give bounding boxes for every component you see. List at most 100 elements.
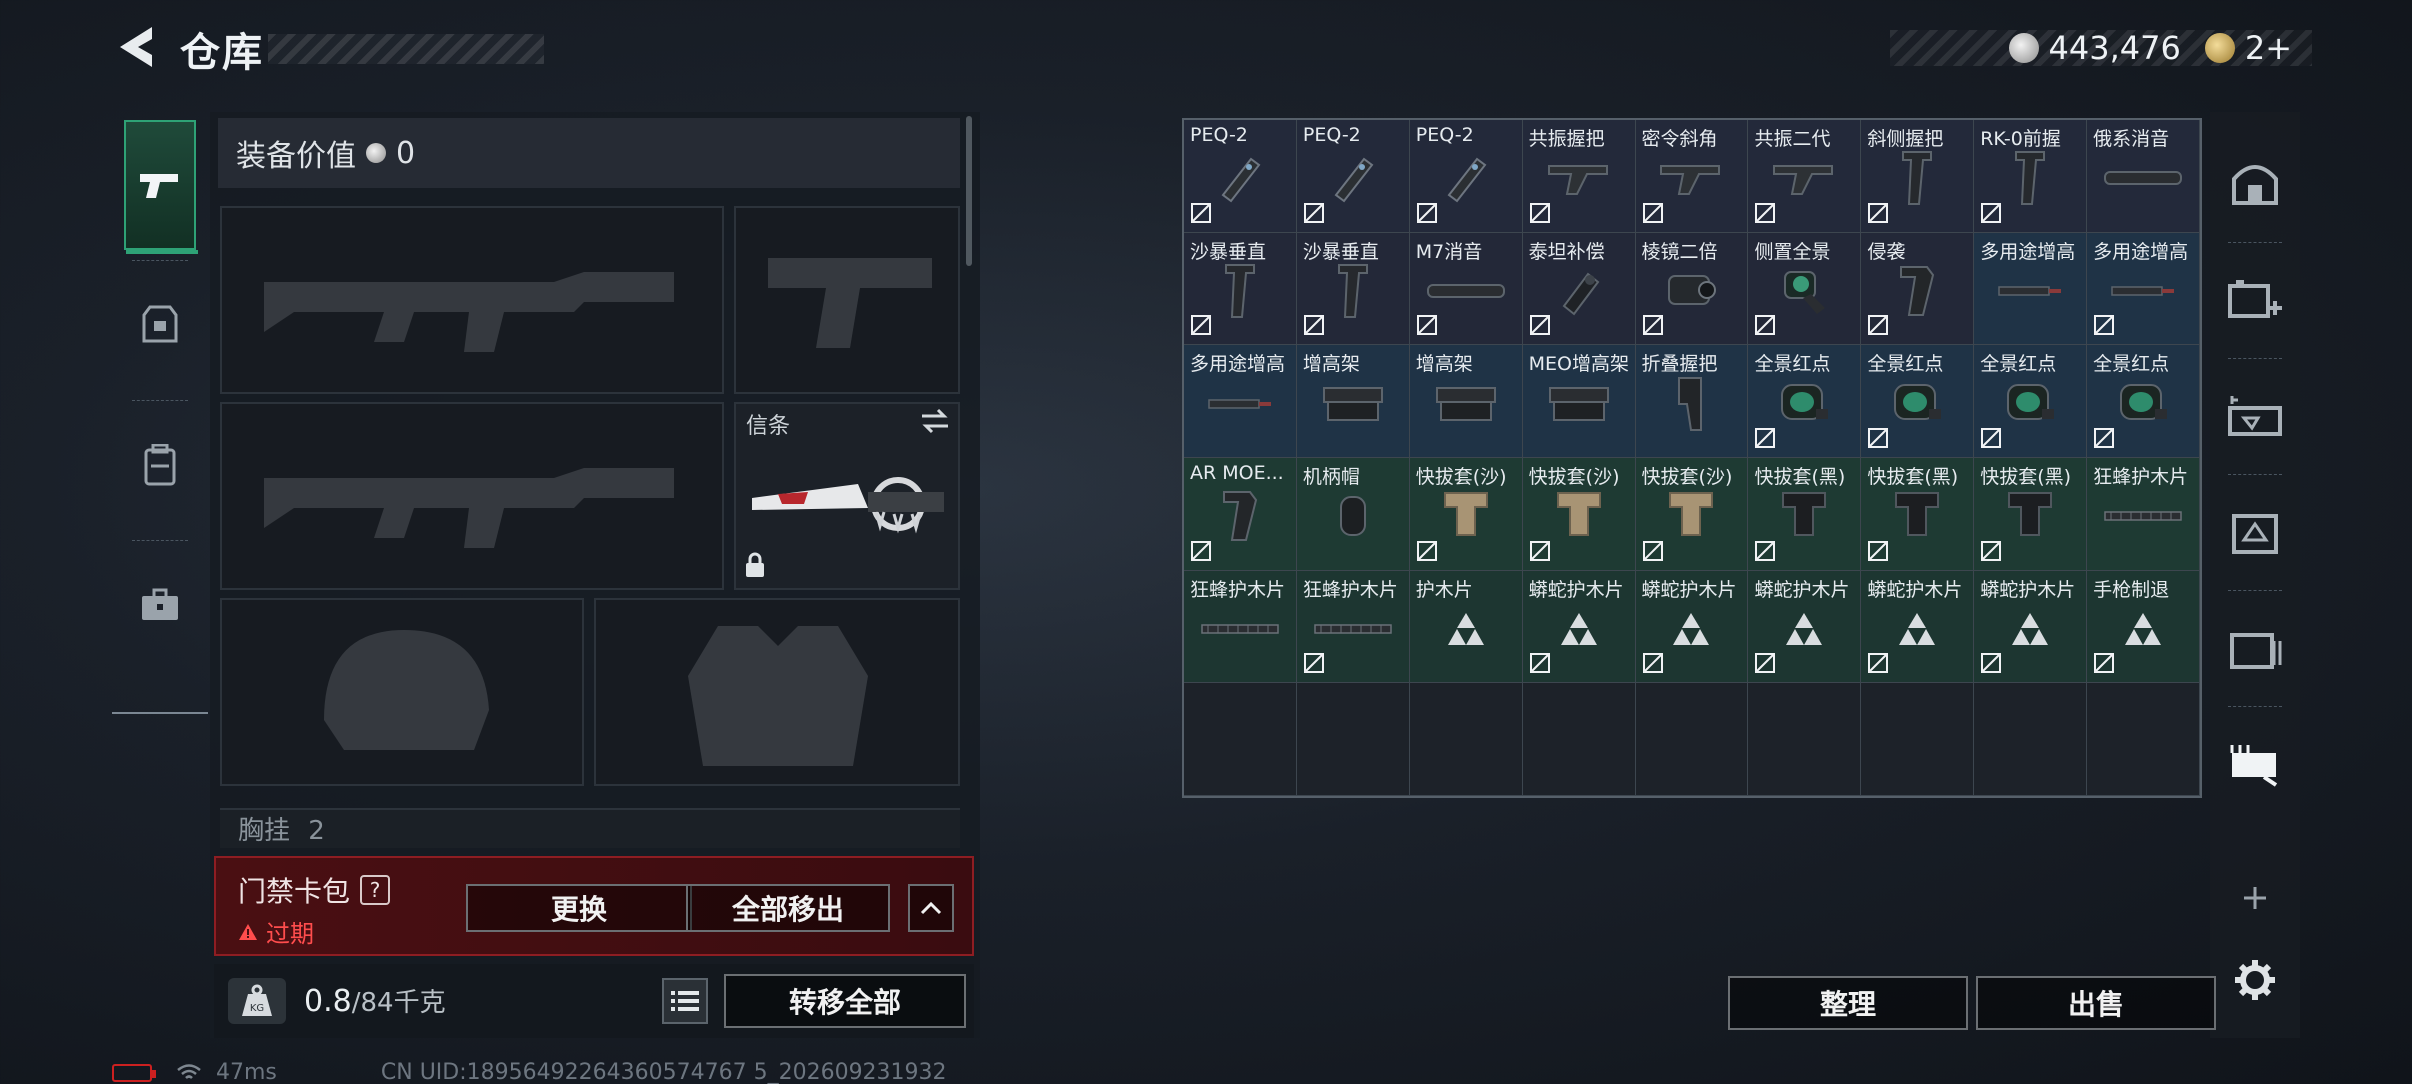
storage-item-cell[interactable]: 折叠握把 [1635,345,1749,458]
laser-module-icon [1328,153,1378,207]
no-trade-icon [1529,652,1551,678]
helmet-slot[interactable] [220,598,584,786]
settings-button[interactable] [2216,930,2294,1030]
storage-tab-4[interactable] [2216,482,2294,582]
storage-item-cell[interactable]: 侵袭 [1861,232,1975,346]
storage-item-cell[interactable]: AR MOE... [1184,457,1297,571]
storage-item-cell[interactable]: 增高架 [1296,345,1410,458]
storage-empty-cell[interactable] [1522,683,1636,796]
storage-item-cell[interactable]: 多用途增高 [1184,345,1297,458]
no-trade-icon [2093,314,2115,340]
storage-item-cell[interactable]: 全景红点 [2087,345,2200,458]
storage-empty-cell[interactable] [1861,683,1975,796]
storage-empty-cell[interactable] [1296,683,1410,796]
swap-icon[interactable] [920,408,950,438]
storage-item-cell[interactable]: 护木片 [1409,570,1523,684]
storage-item-cell[interactable]: 手枪制退 [2087,570,2200,684]
category-rail [112,110,208,714]
storage-item-cell[interactable]: 共振二代 [1748,120,1862,233]
sidearm-slot[interactable] [734,206,960,394]
storage-item-cell[interactable]: 蟒蛇护木片 [1861,570,1975,684]
secondary-weapon-slot[interactable] [220,402,724,590]
storage-tab-6-active[interactable] [2216,714,2294,814]
replace-button[interactable]: 更换 [466,884,692,932]
storage-empty-cell[interactable] [1184,683,1297,796]
status-bar: 47ms CN UID:18956492264360574767 5_20260… [112,1060,947,1084]
storage-item-cell[interactable]: 全景红点 [1861,345,1975,458]
uid-readout: CN UID:18956492264360574767 5_2026092319… [380,1060,947,1084]
storage-tab-1[interactable] [2216,132,2294,232]
storage-item-cell[interactable]: PEQ-2 [1409,120,1523,233]
storage-item-cell[interactable]: 泰坦补偿 [1522,232,1636,346]
move-all-out-button[interactable]: 全部移出 [686,884,890,932]
chest-rig-label: 胸挂 [238,816,291,846]
storage-item-cell[interactable]: 全景红点 [1748,345,1862,458]
storage-item-cell[interactable]: 蟒蛇护木片 [1522,570,1636,684]
storage-item-cell[interactable]: RK-0前握 [1974,120,2088,233]
body-armor-slot[interactable] [594,598,960,786]
help-icon[interactable]: ? [360,875,391,905]
storage-tab-rail [2210,112,2300,1038]
melee-slot[interactable]: 信条 [734,402,960,590]
storage-tab-3[interactable] [2216,366,2294,466]
storage-item-cell[interactable]: 蟒蛇护木片 [1635,570,1749,684]
sort-button[interactable]: 整理 [1728,976,1968,1030]
category-backpack-tab[interactable] [112,410,208,520]
storage-item-cell[interactable]: PEQ-2 [1184,120,1297,233]
storage-empty-cell[interactable] [2087,683,2200,796]
storage-grid: PEQ-2 PEQ-2 PEQ-2 共振握把 密令斜角 共振二代 斜侧握把 RK-0前握 俄系消… [1182,118,2202,798]
collapse-button[interactable] [908,884,954,932]
storage-item-cell[interactable]: 共振握把 [1522,120,1636,233]
weight-current: 0.8 [304,984,352,1019]
storage-empty-cell[interactable] [1974,683,2088,796]
gold-coin-icon [2204,33,2235,63]
storage-tab-5[interactable] [2216,598,2294,698]
category-weapons-tab[interactable] [124,120,198,254]
storage-item-cell[interactable]: 快拔套(沙) [1522,457,1636,571]
category-case-tab[interactable] [112,550,208,660]
category-armor-tab[interactable] [112,270,208,380]
storage-item-cell[interactable]: 快拔套(黑) [1974,457,2088,571]
sell-button[interactable]: 出售 [1976,976,2216,1030]
storage-item-cell[interactable]: 增高架 [1409,345,1523,458]
storage-item-cell[interactable]: 多用途增高 [1974,232,2088,346]
storage-item-cell[interactable]: 侧置全景 [1748,232,1862,346]
storage-item-cell[interactable]: 狂蜂护木片 [2087,457,2200,571]
storage-item-cell[interactable]: 沙暴垂直 [1184,232,1297,346]
storage-empty-cell[interactable] [1635,683,1749,796]
storage-item-cell[interactable]: 蟒蛇护木片 [1974,570,2088,684]
storage-item-cell[interactable]: 快拔套(沙) [1635,457,1749,571]
primary-weapon-slot[interactable] [220,206,724,394]
loadout-scrollbar[interactable] [966,116,972,266]
storage-item-cell[interactable]: MEO增高架 [1522,345,1636,458]
no-trade-icon [1754,540,1776,566]
storage-item-cell[interactable]: 沙暴垂直 [1296,232,1410,346]
storage-empty-cell[interactable] [1748,683,1862,796]
chest-rig-row[interactable]: 胸挂 2 [220,808,960,848]
item-name: 狂蜂护木片 [1302,578,1398,601]
storage-item-cell[interactable]: 斜侧握把 [1861,120,1975,233]
storage-item-cell[interactable]: 快拔套(黑) [1748,457,1862,571]
storage-item-cell[interactable]: 密令斜角 [1635,120,1749,233]
storage-item-cell[interactable]: 机柄帽 [1296,457,1410,571]
storage-item-cell[interactable]: M7消音 [1409,232,1523,346]
storage-empty-cell[interactable] [1409,683,1523,796]
gold-badge: 2+ [2244,29,2292,67]
storage-item-cell[interactable]: 快拔套(黑) [1861,457,1975,571]
transfer-all-button[interactable]: 转移全部 [724,974,966,1028]
item-name: MEO增高架 [1528,353,1630,376]
storage-item-cell[interactable]: 棱镜二倍 [1635,232,1749,346]
storage-item-cell[interactable]: 狂蜂护木片 [1296,570,1410,684]
no-trade-icon [1642,652,1664,678]
storage-item-cell[interactable]: PEQ-2 [1296,120,1410,233]
list-view-button[interactable] [662,978,708,1024]
storage-item-cell[interactable]: 蟒蛇护木片 [1748,570,1862,684]
storage-item-cell[interactable]: 全景红点 [1974,345,2088,458]
storage-item-cell[interactable]: 多用途增高 [2087,232,2200,346]
holster-black-icon [1779,489,1829,547]
storage-item-cell[interactable]: 狂蜂护木片 [1184,570,1297,684]
storage-tab-2[interactable] [2216,250,2294,350]
back-button[interactable] [112,22,160,72]
storage-item-cell[interactable]: 俄系消音 [2087,120,2200,233]
storage-item-cell[interactable]: 快拔套(沙) [1409,457,1523,571]
